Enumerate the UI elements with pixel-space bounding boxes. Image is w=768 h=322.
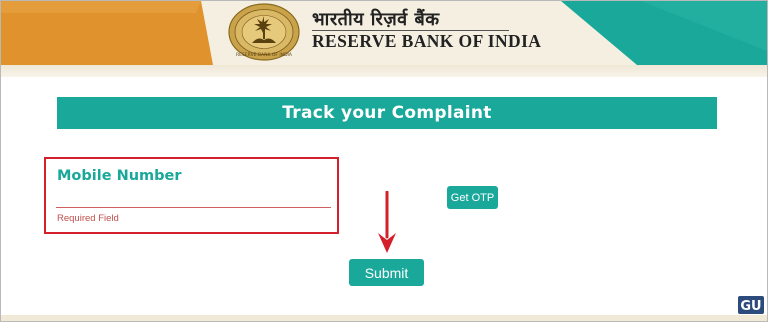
- submit-button[interactable]: Submit: [349, 259, 424, 286]
- down-arrow-icon: [378, 191, 396, 253]
- site-header: RESERVE BANK OF INDIA भारतीय रिज़र्व बैं…: [1, 1, 767, 65]
- gadgets-to-use-logo-icon: GU: [738, 296, 764, 314]
- mobile-number-input[interactable]: [56, 189, 331, 208]
- svg-text:RESERVE BANK OF INDIA: RESERVE BANK OF INDIA: [236, 52, 293, 58]
- mobile-number-label: Mobile Number: [57, 168, 182, 184]
- rbi-emblem-icon: RESERVE BANK OF INDIA: [228, 3, 300, 61]
- required-field-hint: Required Field: [57, 213, 119, 224]
- header-shadow-strip: [1, 65, 767, 77]
- get-otp-button[interactable]: Get OTP: [447, 186, 498, 209]
- page-frame: RESERVE BANK OF INDIA भारतीय रिज़र्व बैं…: [0, 0, 768, 322]
- svg-text:GU: GU: [740, 299, 761, 314]
- logo-hindi-text: भारतीय रिज़र्व बैंक: [312, 9, 440, 30]
- logo-english-text: RESERVE BANK OF INDIA: [312, 31, 542, 51]
- page-title: Track your Complaint: [57, 97, 717, 129]
- footer-strip: [1, 315, 767, 321]
